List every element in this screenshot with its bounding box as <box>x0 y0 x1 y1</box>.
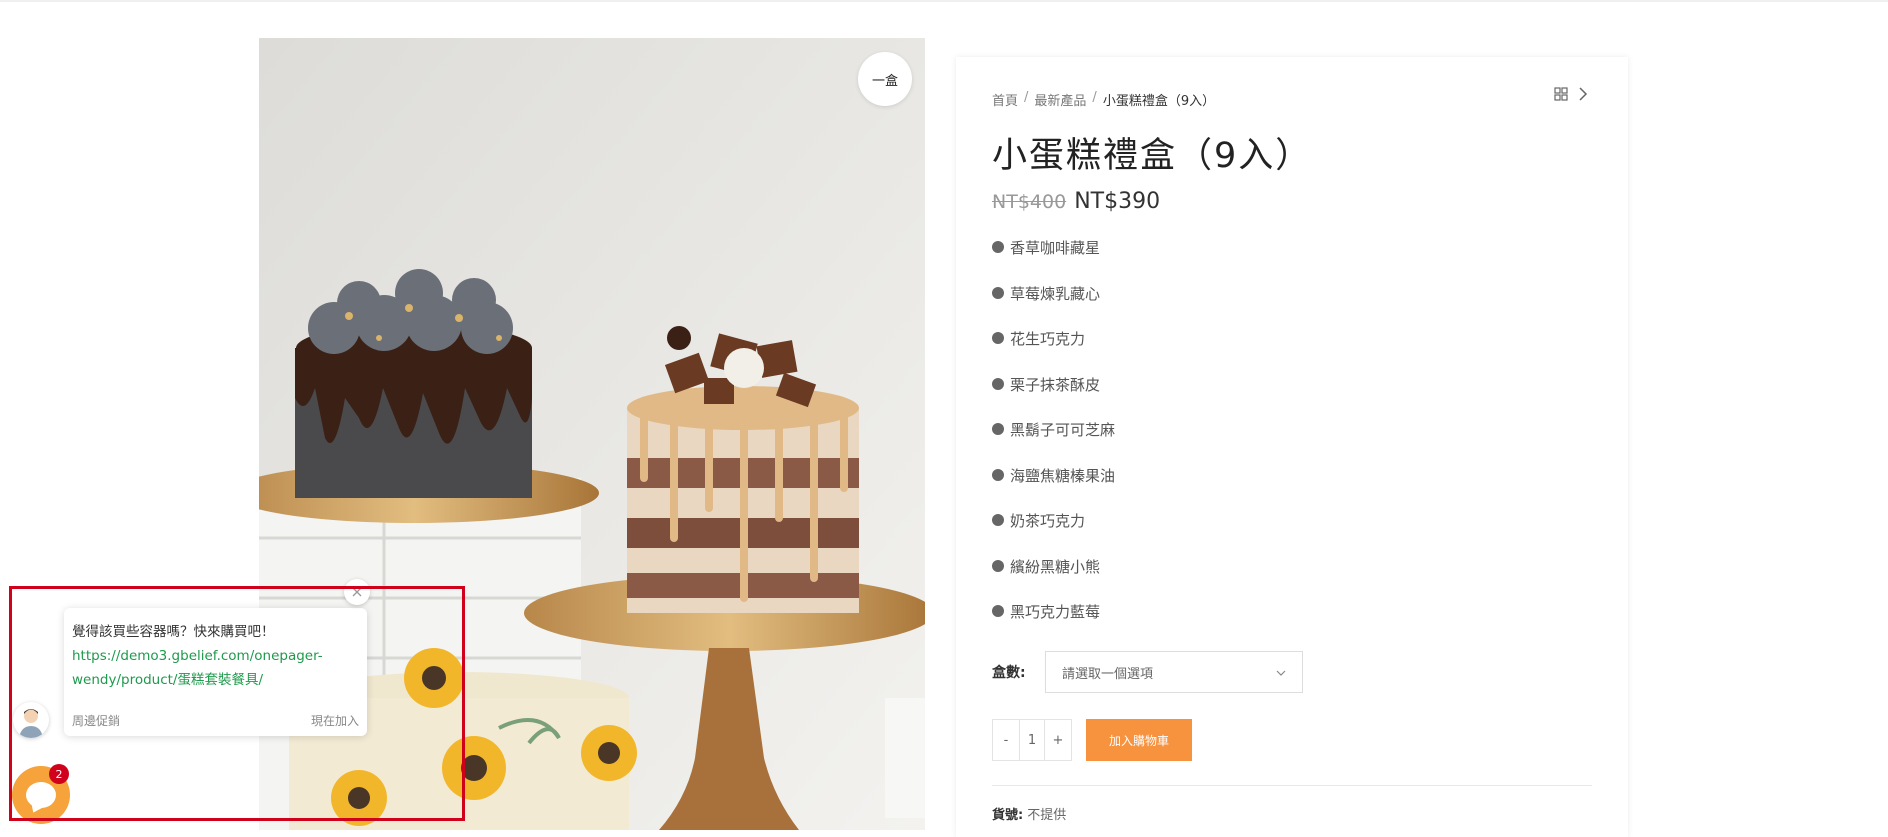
flavor-item: 海鹽焦糖榛果油 <box>992 465 1115 511</box>
close-icon <box>351 583 363 602</box>
chat-bubble-icon <box>26 782 56 808</box>
person-icon <box>19 709 43 738</box>
box-count-select[interactable]: 請選取一個選項 <box>1045 651 1303 693</box>
chevron-down-icon <box>1276 665 1286 680</box>
bullet-icon <box>992 514 1004 526</box>
flavor-label: 草莓煉乳藏心 <box>1010 284 1101 303</box>
flavor-label: 黑鬍子可可芝麻 <box>1010 421 1116 439</box>
product-nav <box>1554 87 1588 101</box>
flavor-list: 香草咖啡藏星 草莓煉乳藏心 花生巧克力 栗子抹茶酥皮 黑鬍子可可芝麻 海鹽焦糖榛… <box>992 237 1115 647</box>
sku-value: 不提供 <box>1027 808 1067 823</box>
chat-popup[interactable]: 覺得該買些容器嗎？快來購買吧！ https://demo3.gbelief.co… <box>64 608 367 736</box>
sku-label: 貨號: <box>992 808 1024 823</box>
flavor-label: 繽紛黑糖小熊 <box>1010 557 1101 576</box>
decrement-button[interactable]: - <box>993 720 1019 760</box>
breadcrumb: 首頁 / 最新產品 / 小蛋糕禮盒（9入） <box>992 90 1215 109</box>
bullet-icon <box>992 332 1004 344</box>
bullet-icon <box>992 377 1004 390</box>
bullet-icon <box>992 559 1004 572</box>
add-to-cart-button[interactable]: 加入購物車 <box>1086 719 1192 761</box>
flavor-item: 香草咖啡藏星 <box>992 237 1115 283</box>
chat-footer-label: 周邊促銷 <box>72 714 121 728</box>
breadcrumb-home[interactable]: 首頁 <box>992 90 1018 109</box>
close-popup-button[interactable] <box>344 579 370 605</box>
sku: 貨號: 不提供 <box>992 804 1066 823</box>
agent-avatar <box>13 702 49 738</box>
chat-join-link[interactable]: 現在加入 <box>311 712 359 729</box>
flavor-label: 香草咖啡藏星 <box>1010 239 1101 257</box>
price: NT$400 NT$390 <box>992 189 1160 214</box>
chat-message: 覺得該買些容器嗎？快來購買吧！ https://demo3.gbelief.co… <box>72 620 362 692</box>
package-badge: 一盒 <box>858 52 912 106</box>
chat-message-text: 覺得該買些容器嗎？快來購買吧！ <box>72 624 275 640</box>
flavor-item: 奶茶巧克力 <box>992 510 1115 556</box>
quantity-stepper: - 1 + <box>992 719 1072 761</box>
flavor-item: 繽紛黑糖小熊 <box>992 556 1115 602</box>
box-count-label: 盒數: <box>992 665 1026 681</box>
flavor-label: 栗子抹茶酥皮 <box>1010 375 1101 394</box>
product-title: 小蛋糕禮盒（9入） <box>992 136 1313 176</box>
bullet-icon <box>992 468 1004 481</box>
flavor-item: 花生巧克力 <box>992 328 1115 374</box>
grid-icon[interactable] <box>1554 87 1568 101</box>
chevron-right-icon[interactable] <box>1578 87 1588 101</box>
chat-product-link[interactable]: https://demo3.gbelief.com/onepager-wendy… <box>72 644 362 692</box>
bullet-icon <box>992 423 1004 435</box>
flavor-item: 黑鬍子可可芝麻 <box>992 419 1115 465</box>
quantity-input[interactable]: 1 <box>1019 720 1045 760</box>
flavor-item: 草莓煉乳藏心 <box>992 283 1115 329</box>
bullet-icon <box>992 286 1004 299</box>
flavor-label: 奶茶巧克力 <box>1010 512 1086 530</box>
divider <box>992 785 1592 786</box>
flavor-label: 黑巧克力藍莓 <box>1010 603 1101 621</box>
flavor-item: 黑巧克力藍莓 <box>992 601 1115 647</box>
price-sale: NT$390 <box>1074 189 1161 214</box>
price-original: NT$400 <box>992 191 1067 213</box>
breadcrumb-separator: / <box>1024 90 1029 105</box>
unread-count-badge: 2 <box>49 764 69 784</box>
flavor-item: 栗子抹茶酥皮 <box>992 374 1115 420</box>
increment-button[interactable]: + <box>1045 720 1071 760</box>
select-placeholder: 請選取一個選項 <box>1062 666 1154 682</box>
breadcrumb-category[interactable]: 最新產品 <box>1034 90 1086 109</box>
bullet-icon <box>992 605 1004 617</box>
flavor-label: 海鹽焦糖榛果油 <box>1010 466 1116 485</box>
bullet-icon <box>992 241 1004 253</box>
flavor-label: 花生巧克力 <box>1010 330 1086 348</box>
breadcrumb-separator: / <box>1092 90 1097 105</box>
top-border <box>0 0 1888 2</box>
product-summary: 首頁 / 最新產品 / 小蛋糕禮盒（9入） 小蛋糕禮盒（9入） NT$400 N… <box>956 57 1628 837</box>
breadcrumb-current: 小蛋糕禮盒（9入） <box>1102 94 1216 109</box>
